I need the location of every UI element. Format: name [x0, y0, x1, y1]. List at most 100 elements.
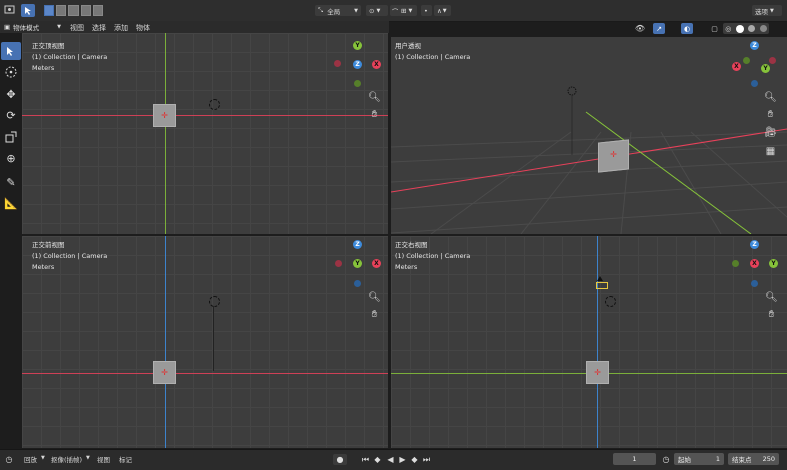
mode-dropdown[interactable]: ▣ 物体模式 ▼: [1, 22, 64, 32]
zoom-icon[interactable]: 🔍︎: [765, 291, 778, 304]
options-label: 选项: [755, 7, 768, 16]
menu-playback[interactable]: 回放: [24, 454, 37, 464]
next-keyframe-button[interactable]: ◆: [409, 454, 420, 465]
gizmo-z-axis[interactable]: Z: [750, 41, 759, 50]
view-title: 用户透视: [395, 42, 421, 50]
scale-icon[interactable]: [1, 128, 21, 146]
menu-view[interactable]: 视图: [70, 23, 84, 33]
rotate-icon[interactable]: ⟳: [1, 106, 21, 124]
options-dropdown[interactable]: 选项 ▼: [752, 5, 782, 16]
select-new-icon[interactable]: [44, 5, 55, 16]
cursor-icon[interactable]: [1, 63, 21, 81]
gizmo-neg-z-axis[interactable]: [354, 280, 361, 287]
chevron-down-icon: ▼: [86, 455, 90, 461]
gizmo-y-axis[interactable]: Y: [761, 64, 770, 73]
zoom-icon[interactable]: 🔍︎: [368, 291, 381, 304]
gizmo-neg-x-axis[interactable]: [769, 57, 776, 64]
menu-object[interactable]: 物体: [136, 23, 150, 33]
overlay-toggle[interactable]: ◐: [681, 23, 693, 34]
solid-shading-icon[interactable]: [735, 24, 744, 33]
transform-orientation-dropdown[interactable]: ⤡ 全局 ▼: [315, 5, 361, 16]
select-tool-button[interactable]: [21, 4, 35, 17]
viewport-user-persp[interactable]: ✛ 用户透视 (1) Collection | Camera Z X Y 🔍︎ …: [391, 37, 787, 234]
hand-icon[interactable]: ✋︎: [765, 308, 778, 321]
gizmo-z-axis[interactable]: Z: [750, 240, 759, 249]
gizmo-y-axis[interactable]: Y: [769, 259, 778, 268]
gizmo-toggle[interactable]: ↗: [653, 23, 665, 34]
light-object-icon[interactable]: [605, 296, 616, 307]
jump-start-button[interactable]: ⏮: [360, 454, 371, 465]
zoom-icon[interactable]: 🔍︎: [764, 91, 777, 104]
pivot-point-dropdown[interactable]: ⊙ ▼: [366, 5, 388, 16]
gizmo-neg-x-axis[interactable]: [334, 60, 341, 67]
snap-target-dropdown[interactable]: ⊞ ▼: [398, 5, 417, 16]
start-frame-field[interactable]: 起始 1: [674, 453, 724, 465]
light-object-icon[interactable]: [209, 99, 220, 110]
timeline-editor-icon[interactable]: ◷: [2, 454, 16, 465]
gizmo-x-axis[interactable]: X: [750, 259, 759, 268]
object-origin-icon: ✛: [594, 368, 601, 377]
play-button[interactable]: ▶: [397, 454, 408, 465]
viewport-info: 正交顶视图 (1) Collection | Camera Meters: [32, 41, 107, 74]
viewport-front-ortho[interactable]: ✛ 正交前视图 (1) Collection | Camera Meters Z…: [22, 236, 388, 448]
zoom-icon[interactable]: 🔍︎: [368, 91, 381, 104]
menu-select[interactable]: 选择: [92, 23, 106, 33]
proportional-edit-toggle[interactable]: •: [421, 5, 432, 16]
gizmo-y-axis[interactable]: Y: [353, 259, 362, 268]
viewport-right-ortho[interactable]: ✛ 正交右视图 (1) Collection | Camera Meters Z…: [391, 236, 787, 448]
perspective-grid: [391, 86, 787, 234]
gizmo-neg-y-axis[interactable]: [732, 260, 739, 267]
menu-view[interactable]: 视图: [97, 454, 110, 464]
gizmo-y-axis[interactable]: Y: [353, 41, 362, 50]
jump-end-button[interactable]: ⏭: [421, 454, 432, 465]
wireframe-shading-icon[interactable]: ◎: [725, 25, 731, 33]
editor-type-icon: [4, 5, 14, 14]
gizmo-z-axis[interactable]: Z: [353, 240, 362, 249]
material-shading-icon[interactable]: [748, 25, 756, 32]
x-axis-line: [22, 373, 388, 374]
gizmo-x-axis[interactable]: X: [732, 62, 741, 71]
gizmo-neg-z-axis[interactable]: [751, 80, 758, 87]
shading-mode-group[interactable]: ◎: [723, 23, 769, 34]
annotate-icon[interactable]: ✎: [1, 173, 21, 191]
select-box-icon[interactable]: [1, 42, 21, 60]
editor-type-button[interactable]: [2, 4, 16, 16]
end-value: 250: [762, 455, 775, 463]
hand-icon[interactable]: ✋︎: [764, 108, 777, 121]
gizmo-neg-x-axis[interactable]: [335, 260, 342, 267]
gizmo-neg-z-axis[interactable]: [751, 280, 758, 287]
falloff-dropdown[interactable]: ∧ ▼: [434, 5, 451, 16]
hand-icon[interactable]: ✋︎: [368, 108, 381, 121]
menu-marker[interactable]: 标记: [119, 454, 132, 464]
play-reverse-button[interactable]: ◀: [385, 454, 396, 465]
visibility-dropdown[interactable]: 👁: [631, 23, 649, 34]
gizmo-neg-y-axis[interactable]: [354, 80, 361, 87]
light-object-icon[interactable]: [209, 296, 220, 307]
end-frame-field[interactable]: 结束点 250: [728, 453, 779, 465]
rendered-shading-icon[interactable]: [759, 25, 767, 32]
gizmo-x-axis[interactable]: X: [372, 60, 381, 69]
select-subtract-icon[interactable]: [68, 5, 79, 16]
clock-icon[interactable]: ◷: [661, 454, 671, 465]
move-icon[interactable]: ✥: [1, 85, 21, 103]
gizmo-x-axis[interactable]: X: [372, 259, 381, 268]
measure-icon[interactable]: 📐: [1, 194, 21, 212]
menu-keying[interactable]: 抠像(插帧): [51, 454, 82, 464]
gizmo-z-axis[interactable]: Z: [353, 60, 362, 69]
xray-toggle[interactable]: ▢: [709, 23, 720, 34]
select-intersect-icon[interactable]: [92, 5, 104, 16]
prev-keyframe-button[interactable]: ◆: [372, 454, 383, 465]
viewport-top-ortho[interactable]: ✛ 正交顶视图 (1) Collection | Camera Meters Y…: [22, 33, 388, 234]
transform-icon[interactable]: ⊕: [1, 149, 21, 167]
camera-icon[interactable]: 🎥︎: [764, 126, 777, 139]
select-invert-icon[interactable]: [80, 5, 91, 16]
grid-icon[interactable]: ▦: [764, 145, 777, 158]
hand-icon[interactable]: ✋︎: [368, 308, 381, 321]
gizmo-neg-y-axis[interactable]: [743, 57, 750, 64]
camera-object-icon[interactable]: [596, 282, 608, 289]
select-mode-group[interactable]: [44, 5, 104, 16]
current-frame-field[interactable]: 1: [613, 453, 656, 465]
record-button[interactable]: ●: [333, 454, 347, 465]
menu-add[interactable]: 添加: [114, 23, 128, 33]
select-extend-icon[interactable]: [56, 5, 67, 16]
